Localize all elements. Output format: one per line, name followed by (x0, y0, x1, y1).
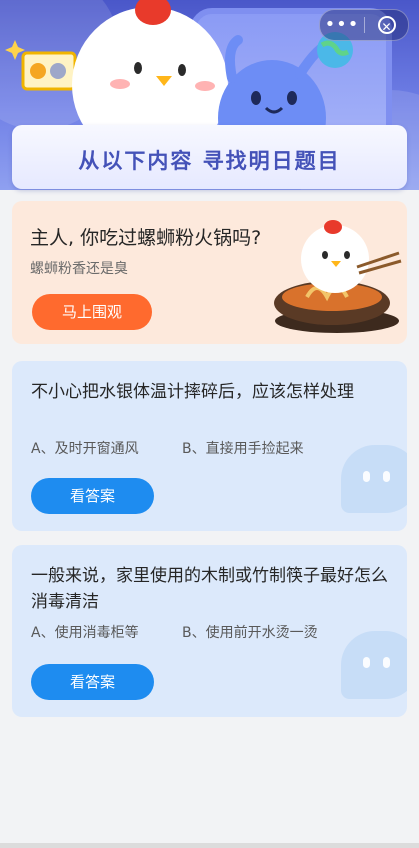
page-title: 从以下内容 寻找明日题目 (78, 149, 341, 173)
view-answer-button[interactable]: 看答案 (31, 664, 154, 700)
option-a: A、使用消毒柜等 (31, 625, 139, 641)
promo-title: 主人, 你吃过螺蛳粉火锅吗? (30, 227, 262, 249)
watch-now-button[interactable]: 马上围观 (32, 294, 152, 330)
view-answer-button[interactable]: 看答案 (31, 478, 154, 514)
chicken-mascot-icon (301, 225, 369, 293)
mini-program-capsule: ••• ✕ (319, 9, 409, 41)
promo-card[interactable]: 主人, 你吃过螺蛳粉火锅吗? 螺蛳粉香还是臭 马上围观 (12, 201, 407, 344)
close-button[interactable]: ✕ (365, 16, 408, 34)
question-card: 不小心把水银体温计摔碎后，应该怎样处理 A、及时开窗通风 B、直接用手捡起来 看… (12, 361, 407, 531)
chat-bubble-icon (341, 631, 407, 699)
bottom-bar (0, 843, 419, 848)
option-b: B、使用前开水烫一烫 (182, 625, 318, 641)
promo-subtitle: 螺蛳粉香还是臭 (30, 261, 128, 277)
question-text: 不小心把水银体温计摔碎后，应该怎样处理 (31, 382, 354, 402)
option-a: A、及时开窗通风 (31, 441, 139, 457)
hotpot-illustration (274, 220, 402, 333)
close-icon: ✕ (377, 16, 396, 34)
more-icon[interactable]: ••• (320, 10, 364, 40)
question-text: 一般来说，家里使用的木制或竹制筷子最好怎么消毒清洁 (31, 566, 388, 612)
option-b: B、直接用手捡起来 (182, 441, 304, 457)
chat-bubble-icon (341, 445, 407, 513)
question-card: 一般来说，家里使用的木制或竹制筷子最好怎么消毒清洁 A、使用消毒柜等 B、使用前… (12, 545, 407, 717)
